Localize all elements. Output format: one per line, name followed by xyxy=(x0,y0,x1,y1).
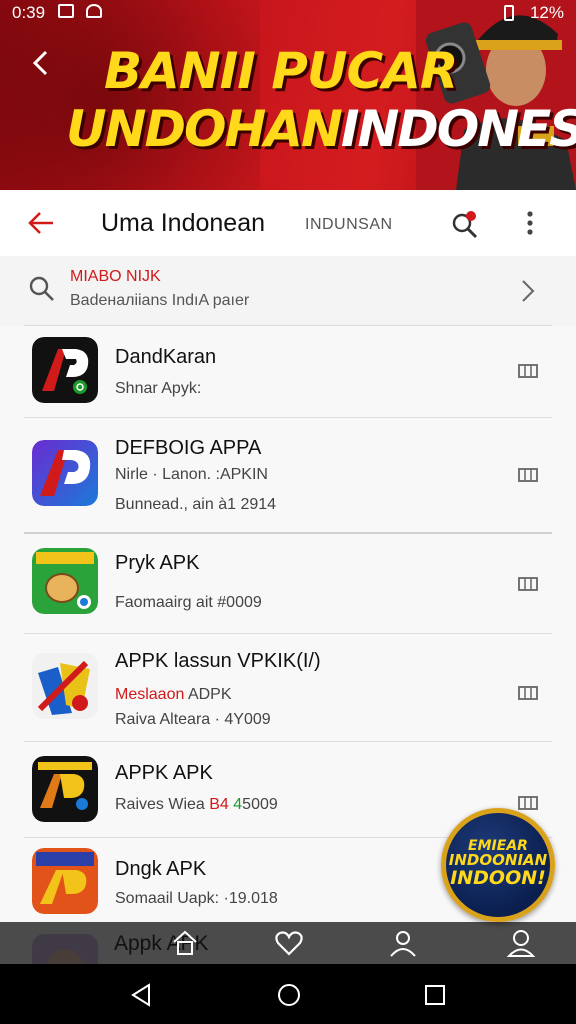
detail-icon[interactable] xyxy=(518,686,538,700)
search-icon xyxy=(29,276,54,301)
search-suggestion-title: MIABO NIJK xyxy=(70,268,161,285)
app-icon xyxy=(32,548,98,614)
status-bar: 0:39 12% xyxy=(0,0,576,26)
search-icon[interactable] xyxy=(450,210,480,240)
app-icon xyxy=(32,756,98,822)
search-suggestion-row[interactable]: MIABO NIJK Badeналiians IndıA paıer xyxy=(0,256,576,326)
app-meta: Meslaaon ADPK xyxy=(115,686,232,704)
app-meta-b: 5009 xyxy=(242,796,278,813)
more-vertical-icon[interactable] xyxy=(520,208,540,238)
banner-headline-2: UNDOHANINDONESIA xyxy=(66,100,576,158)
app-name: Dngk APK xyxy=(115,858,207,880)
app-meta: Raives Wiea B4 45009 xyxy=(115,796,278,814)
banner-back-icon[interactable] xyxy=(28,48,54,78)
app-meta-rest: ADPK xyxy=(184,686,232,703)
page-subtitle: INDUNSAN xyxy=(305,216,393,233)
app-icon xyxy=(32,653,98,719)
battery-percent: 12% xyxy=(529,3,564,22)
list-item[interactable]: DandKaran Shnar Apyk: xyxy=(0,326,576,418)
detail-icon[interactable] xyxy=(518,577,538,591)
app-name: APPK APK xyxy=(115,762,213,784)
badge-line-2: INDOONIAN xyxy=(448,851,548,869)
app-name: DEFBOIG APPA xyxy=(115,437,262,459)
nav-recents-icon[interactable] xyxy=(422,982,448,1008)
app-meta: Shnar Apyk: xyxy=(115,380,202,397)
app-meta-secondary: Bunnead., ain à1 2914 xyxy=(115,496,277,513)
app-meta-secondary: Raiva Alteara · 4Y009 xyxy=(115,711,271,728)
app-meta: Nirle · Lanon. :APKIN xyxy=(115,466,268,483)
cloud-icon xyxy=(86,4,102,18)
nav-back-icon[interactable] xyxy=(128,982,154,1008)
app-screen: 0:39 12% BANII PUCAR UNDOHANINDONESIA xyxy=(0,0,576,1024)
heart-icon[interactable] xyxy=(274,928,304,958)
detail-icon[interactable] xyxy=(518,796,538,810)
status-time: 0:39 xyxy=(12,3,46,22)
app-meta-a: Raives Wiea xyxy=(115,796,210,813)
system-nav-bar xyxy=(0,964,576,1024)
app-meta: Somaail Uapk: ·19.018 xyxy=(115,890,278,907)
back-arrow-icon[interactable] xyxy=(26,208,56,238)
banner-headline-1: BANII PUCAR xyxy=(104,42,458,100)
list-item[interactable]: APPK lassun VPKIK(I/) Meslaaon ADPK Raiv… xyxy=(0,634,576,742)
notification-icon xyxy=(58,4,74,18)
app-bar: Uma Indonean INDUNSAN xyxy=(0,190,576,256)
bottom-tab-bar: Appk APK xyxy=(0,922,576,964)
nav-home-icon[interactable] xyxy=(276,982,302,1008)
app-icon xyxy=(32,337,98,403)
badge-line-3: INDOON! xyxy=(450,867,546,889)
search-suggestion-subtitle: Badeналiians IndıA paıer xyxy=(70,292,250,309)
app-meta-red: B4 xyxy=(209,796,229,813)
account-icon[interactable] xyxy=(506,928,536,958)
battery-icon xyxy=(504,5,514,21)
detail-icon[interactable] xyxy=(518,468,538,482)
home-icon[interactable] xyxy=(170,928,200,958)
detail-icon[interactable] xyxy=(518,364,538,378)
chevron-right-icon[interactable] xyxy=(520,278,536,304)
app-icon xyxy=(32,440,98,506)
app-name: APPK lassun VPKIK(I/) xyxy=(115,650,321,672)
list-item[interactable]: DEFBOIG APPA Nirle · Lanon. :APKIN Bunne… xyxy=(0,418,576,534)
banner-headline-2b: INDONESIA xyxy=(340,100,576,158)
person-icon[interactable] xyxy=(388,928,418,958)
app-meta: Faomaairg ait #0009 xyxy=(115,594,262,611)
app-icon xyxy=(32,848,98,914)
banner-headline-2a: UNDOHAN xyxy=(66,100,343,158)
app-name: Pryk APK xyxy=(115,552,200,574)
promo-banner[interactable]: 0:39 12% BANII PUCAR UNDOHANINDONESIA xyxy=(0,0,576,190)
promo-badge[interactable]: EMIEAR INDOONIAN INDOON! xyxy=(441,808,555,922)
list-item[interactable]: Pryk APK Faomaairg ait #0009 xyxy=(0,534,576,634)
page-title: Uma Indonean xyxy=(101,209,266,237)
app-meta-highlight: Meslaaon xyxy=(115,686,185,703)
app-meta-green: 4 xyxy=(228,796,243,813)
app-name: DandKaran xyxy=(115,346,217,368)
